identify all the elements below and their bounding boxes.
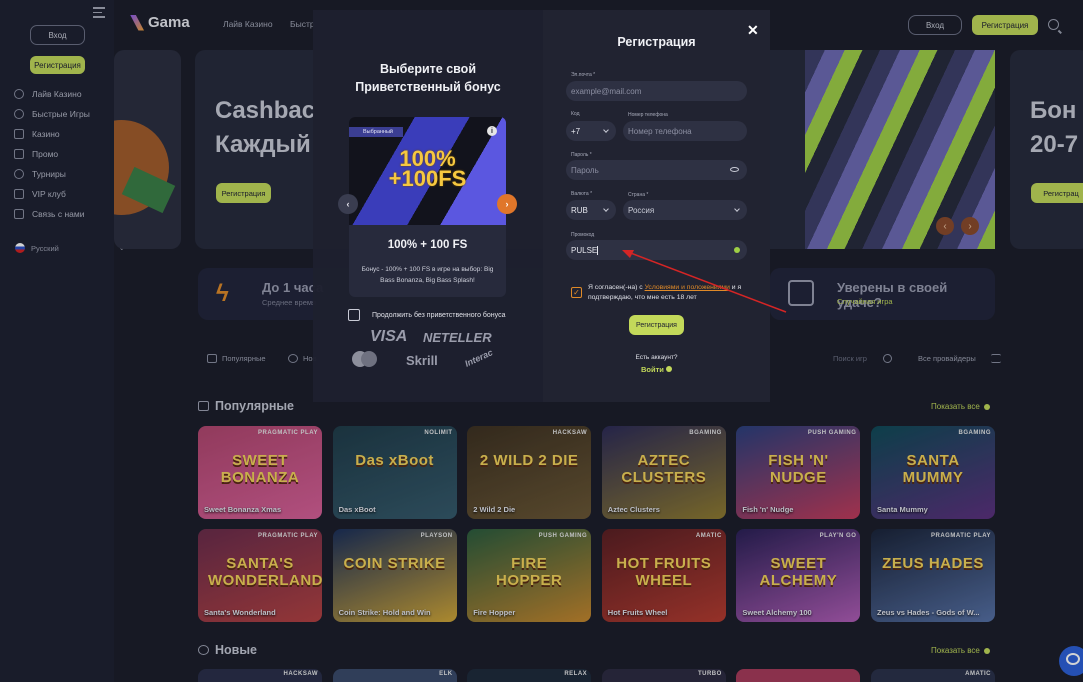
annotation-arrow [622, 250, 787, 313]
